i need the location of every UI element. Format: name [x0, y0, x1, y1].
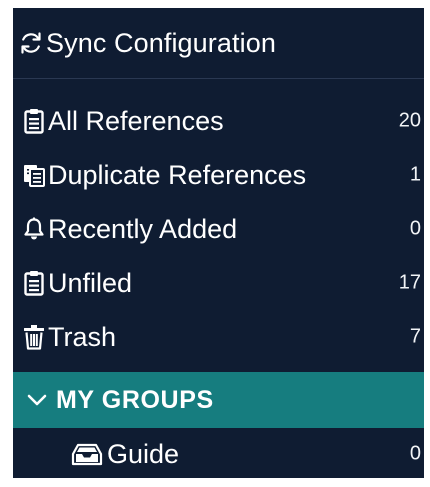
sidebar-item-label: Unfiled: [48, 267, 133, 298]
my-groups-label: MY GROUPS: [56, 385, 214, 414]
sidebar-item-label: Guide: [107, 438, 180, 469]
clipboard-icon: [23, 107, 45, 135]
sidebar-item-recently-added[interactable]: Recently Added 0: [13, 202, 424, 256]
sidebar-item-label: Trash: [48, 321, 117, 352]
sidebar-item-guide[interactable]: Guide 0: [13, 428, 424, 478]
clipboard-icon: [23, 269, 45, 297]
item-count: 1: [409, 163, 421, 186]
sidebar-item-label: Duplicate References: [48, 159, 307, 190]
item-count: 0: [409, 442, 421, 465]
sync-icon: [19, 29, 43, 57]
duplicate-clipboard-icon: [23, 161, 45, 189]
divider: [13, 78, 424, 79]
sidebar-item-trash[interactable]: Trash 7: [13, 310, 424, 364]
item-count: 17: [398, 271, 421, 294]
trash-icon: [23, 323, 45, 351]
sidebar-panel: Sync Configuration All References 20 Dup…: [13, 8, 424, 478]
sidebar-item-label: Recently Added: [48, 213, 238, 244]
sync-configuration-label: Sync Configuration: [46, 27, 276, 58]
sidebar-item-duplicate-references[interactable]: Duplicate References 1: [13, 148, 424, 202]
bell-icon: [23, 215, 45, 243]
item-count: 7: [409, 325, 421, 348]
inbox-tray-icon: [70, 440, 104, 468]
item-count: 0: [409, 217, 421, 240]
sidebar-item-label: All References: [48, 105, 224, 136]
sync-configuration-button[interactable]: Sync Configuration: [13, 8, 424, 78]
sidebar-item-unfiled[interactable]: Unfiled 17: [13, 256, 424, 310]
my-groups-header[interactable]: MY GROUPS: [13, 372, 424, 428]
item-count: 20: [398, 109, 421, 132]
sidebar-item-all-references[interactable]: All References 20: [13, 94, 424, 148]
chevron-down-icon[interactable]: [27, 390, 47, 410]
